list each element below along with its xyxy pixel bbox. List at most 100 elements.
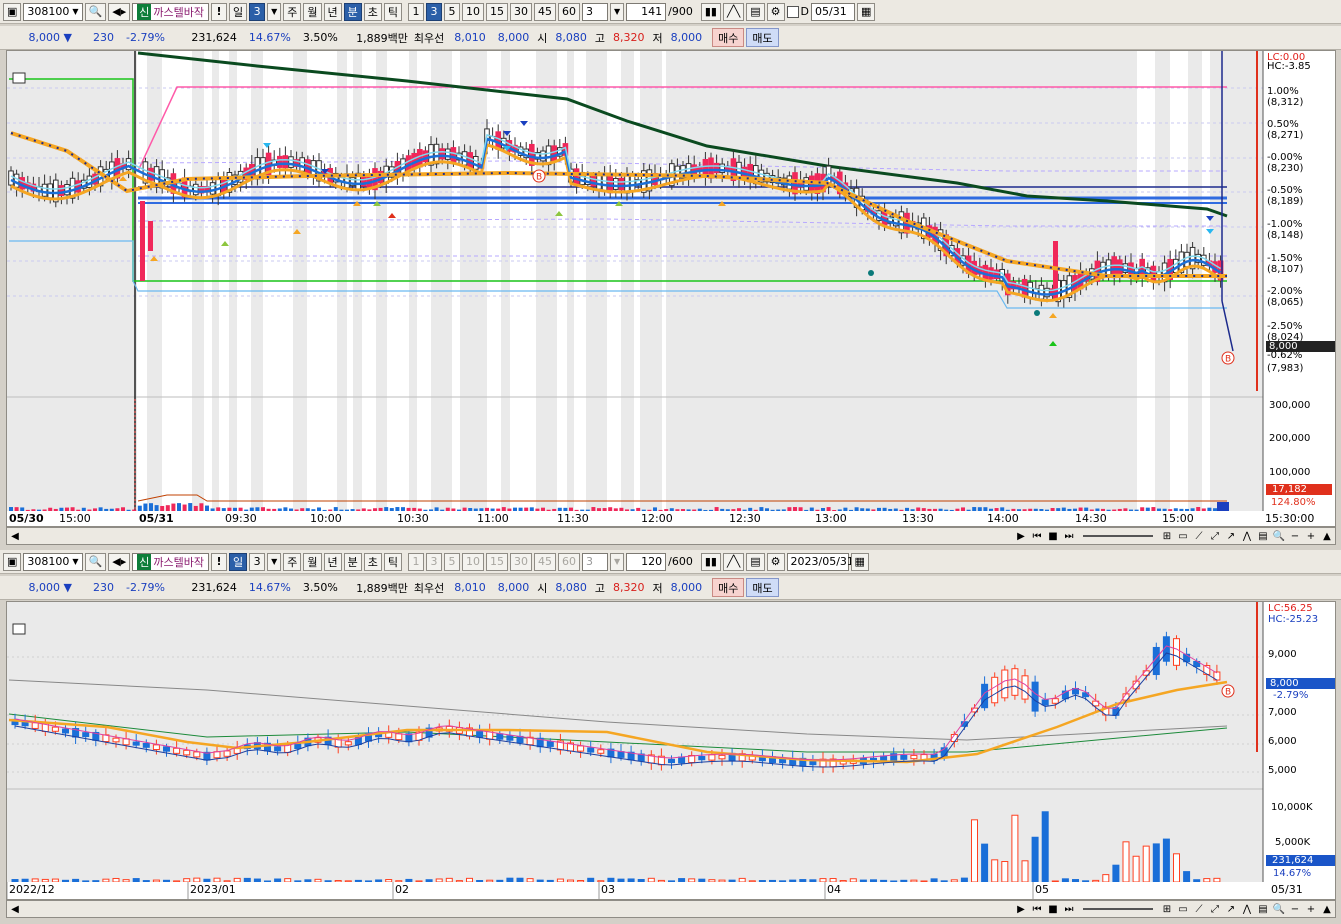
interval-3-2[interactable]: 3 [426, 552, 443, 571]
dropdown-icon-2[interactable]: ▼ [72, 557, 78, 566]
alert-button-2[interactable]: ! [210, 552, 227, 571]
expand-icon-2[interactable]: ▲ [1319, 901, 1335, 917]
wave-tool-icon-2[interactable]: ⋀ [1239, 901, 1255, 917]
stock-name-2[interactable]: 신 까스텔바작 [132, 552, 209, 571]
period-year-2[interactable]: 년 [323, 552, 342, 571]
stock-code-input-2[interactable]: 308100 ▼ [23, 552, 83, 571]
fib-tool-icon[interactable]: ⤢ [1207, 528, 1223, 544]
interval-15-2[interactable]: 15 [486, 552, 509, 571]
custom-dropdown-icon[interactable]: ▼ [610, 2, 625, 21]
rewind-icon-2[interactable]: ⏮ [1029, 901, 1045, 917]
scrollbar-intraday[interactable]: ◀ ▶ ⏮ ■ ⏭ ⊞ ▭ ⟋ ⤢ ↗ ⋀ ▤ 🔍 − + ▲ [6, 527, 1336, 545]
save-icon-2[interactable]: ▤ [746, 552, 765, 571]
period-dropdown-icon-2[interactable]: ▼ [267, 552, 282, 571]
line-tool-icon-2[interactable]: ⟋ [1191, 901, 1207, 917]
line-tool-icon[interactable]: ⟋ [1191, 528, 1207, 544]
custom-dropdown-icon-2[interactable]: ▼ [610, 552, 625, 571]
search-icon[interactable]: 🔍 [84, 2, 107, 21]
layout-icon-2[interactable]: ⊞ [1159, 901, 1175, 917]
sell-button[interactable]: 매도 [746, 28, 779, 47]
cursor-icon-2[interactable]: ▭ [1175, 901, 1191, 917]
interval-45[interactable]: 45 [534, 2, 557, 21]
period-second-2[interactable]: 초 [363, 552, 382, 571]
alert-button[interactable]: ! [210, 2, 227, 21]
sell-button-2[interactable]: 매도 [746, 578, 779, 597]
save-icon[interactable]: ▤ [746, 2, 765, 21]
daily-chart-svg[interactable]: B [7, 602, 1335, 899]
period-day-button[interactable]: 일 [228, 2, 248, 21]
print-icon-2[interactable]: ▤ [1255, 901, 1271, 917]
gear-icon[interactable]: ⚙ [766, 2, 785, 21]
stock-code-input[interactable]: 308100 ▼ [23, 2, 83, 21]
scroll-right-icon-2[interactable]: ▶ [1013, 901, 1029, 917]
count-input-2[interactable]: 120 [626, 552, 667, 571]
period-week[interactable]: 주 [283, 2, 302, 21]
daily-chart[interactable]: B LC:56.25 HC:-25.23 9,000 7,000 6,000 5,000 8… [6, 601, 1336, 900]
window-icon-2[interactable]: ▣ [3, 552, 22, 571]
period-num-button[interactable]: 3 [249, 2, 266, 21]
period-month[interactable]: 월 [303, 2, 322, 21]
indicator-icon[interactable]: ╱╲ [722, 2, 745, 21]
expand-icon[interactable]: ▲ [1319, 528, 1335, 544]
date-input-2[interactable]: 2023/05/31 [786, 552, 854, 571]
chart-type-icon[interactable]: ▮▮ [700, 2, 721, 21]
indicator-icon-2[interactable]: ╱╲ [722, 552, 745, 571]
window-icon[interactable]: ▣ [3, 2, 22, 21]
forward-icon[interactable]: ⏭ [1061, 528, 1077, 544]
interval-1-2[interactable]: 1 [408, 552, 425, 571]
dropdown-icon[interactable]: ▼ [72, 7, 78, 16]
stop-icon[interactable]: ■ [1045, 528, 1061, 544]
print-icon[interactable]: ▤ [1255, 528, 1271, 544]
prev-stock-icon-2[interactable]: ◀▸ [108, 552, 131, 571]
chart-type-icon-2[interactable]: ▮▮ [700, 552, 721, 571]
period-week-2[interactable]: 주 [283, 552, 302, 571]
calendar-icon-2[interactable]: ▦ [850, 552, 869, 571]
period-second[interactable]: 초 [363, 2, 382, 21]
date-checkbox[interactable] [786, 5, 799, 18]
trend-tool-icon[interactable]: ↗ [1223, 528, 1239, 544]
zoom-icon-2[interactable]: 🔍 [1271, 901, 1287, 917]
buy-button[interactable]: 매수 [712, 28, 745, 47]
count-input[interactable]: 141 [626, 2, 667, 21]
scroll-right-icon[interactable]: ▶ [1013, 528, 1029, 544]
interval-10[interactable]: 10 [462, 2, 485, 21]
minus-icon-2[interactable]: − [1287, 901, 1303, 917]
rewind-icon[interactable]: ⏮ [1029, 528, 1045, 544]
scroll-left-icon-2[interactable]: ◀ [7, 901, 23, 917]
buy-button-2[interactable]: 매수 [712, 578, 745, 597]
scrollbar-daily[interactable]: ◀ ▶ ⏮ ■ ⏭ ⊞ ▭ ⟋ ⤢ ↗ ⋀ ▤ 🔍 − + ▲ [6, 900, 1336, 918]
search-icon-2[interactable]: 🔍 [84, 552, 107, 571]
interval-3[interactable]: 3 [426, 2, 443, 21]
calendar-icon[interactable]: ▦ [857, 2, 876, 21]
fib-tool-icon-2[interactable]: ⤢ [1207, 901, 1223, 917]
interval-45-2[interactable]: 45 [534, 552, 557, 571]
wave-tool-icon[interactable]: ⋀ [1239, 528, 1255, 544]
interval-30[interactable]: 30 [510, 2, 533, 21]
period-month-2[interactable]: 월 [303, 552, 322, 571]
trend-tool-icon-2[interactable]: ↗ [1223, 901, 1239, 917]
forward-icon-2[interactable]: ⏭ [1061, 901, 1077, 917]
date-input[interactable]: 05/31 [811, 2, 855, 21]
interval-60-2[interactable]: 60 [558, 552, 581, 571]
interval-30-2[interactable]: 30 [510, 552, 533, 571]
gear-icon-2[interactable]: ⚙ [766, 552, 785, 571]
interval-5-2[interactable]: 5 [444, 552, 461, 571]
custom-interval-input-2[interactable]: 3 [582, 552, 609, 571]
interval-10-2[interactable]: 10 [462, 552, 485, 571]
prev-stock-icon[interactable]: ◀▸ [108, 2, 131, 21]
cursor-icon[interactable]: ▭ [1175, 528, 1191, 544]
interval-15[interactable]: 15 [486, 2, 509, 21]
period-day-button-2[interactable]: 일 [228, 552, 248, 571]
scroll-left-icon[interactable]: ◀ [7, 528, 23, 544]
plus-icon[interactable]: + [1303, 528, 1319, 544]
zoom-slider-2[interactable] [1083, 908, 1153, 910]
period-minute-2[interactable]: 분 [343, 552, 362, 571]
period-year[interactable]: 년 [323, 2, 342, 21]
period-tick-2[interactable]: 틱 [383, 552, 403, 571]
period-num-button-2[interactable]: 3 [249, 552, 266, 571]
period-dropdown-icon[interactable]: ▼ [267, 2, 282, 21]
minus-icon[interactable]: − [1287, 528, 1303, 544]
zoom-slider[interactable] [1083, 535, 1153, 537]
stop-icon-2[interactable]: ■ [1045, 901, 1061, 917]
interval-5[interactable]: 5 [444, 2, 461, 21]
